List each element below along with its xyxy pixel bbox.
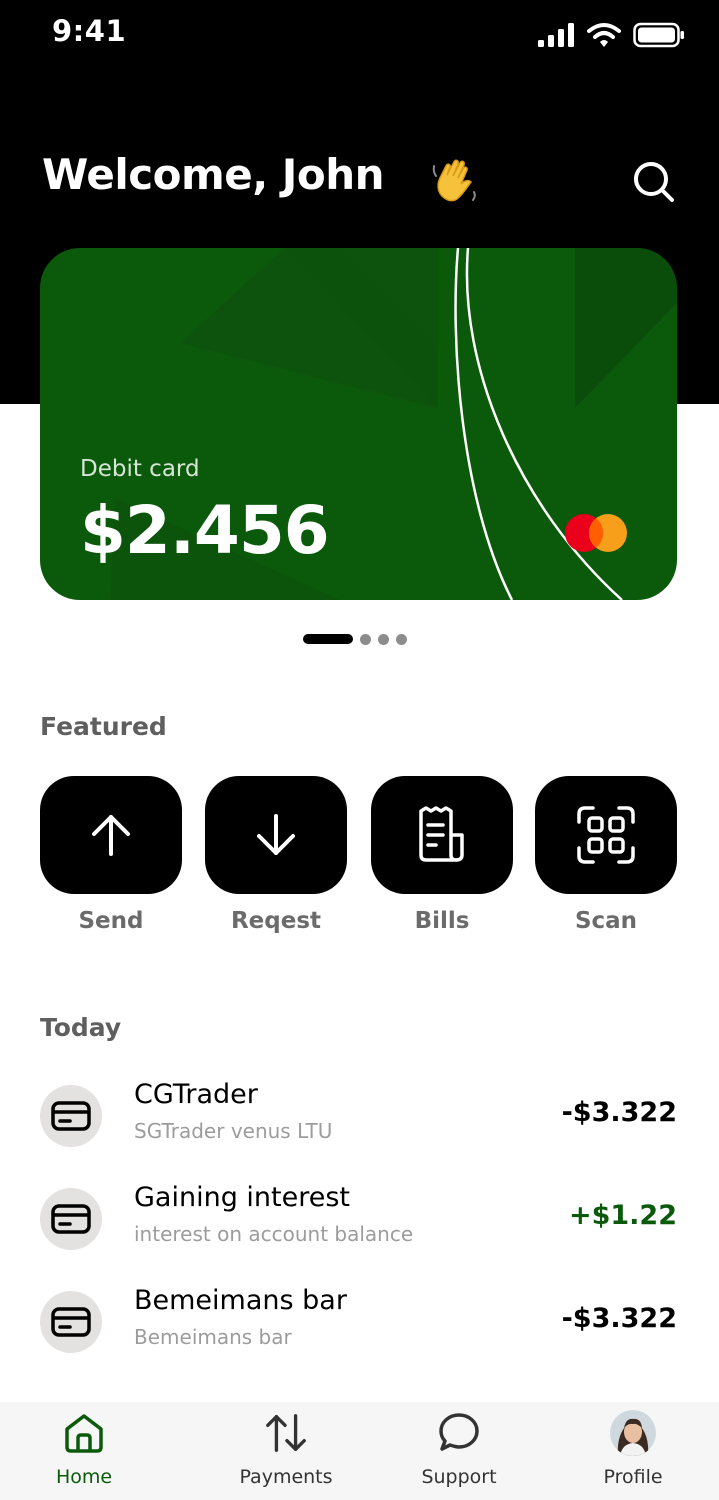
send-label: Send <box>78 908 144 934</box>
pager-dot-active[interactable] <box>303 634 353 644</box>
transaction-amount: -$3.322 <box>561 1303 677 1334</box>
wifi-icon <box>587 23 621 47</box>
nav-support-label: Support <box>421 1466 497 1488</box>
card-type-label: Debit card <box>80 456 200 482</box>
transaction-amount: +$1.22 <box>568 1200 677 1231</box>
home-icon <box>61 1410 107 1456</box>
mastercard-logo <box>565 514 627 552</box>
nav-support[interactable]: Support <box>389 1402 529 1500</box>
arrow-down-icon <box>257 814 295 855</box>
chat-bubble-icon <box>436 1410 482 1456</box>
request-button[interactable] <box>205 776 347 894</box>
card-pager[interactable] <box>303 632 407 646</box>
nav-home-label: Home <box>55 1466 113 1488</box>
transaction-subtitle: interest on account balance <box>134 1222 414 1246</box>
signal-icon <box>538 23 574 47</box>
pager-dot[interactable] <box>378 633 389 645</box>
waving-hand-icon <box>432 159 476 202</box>
request-label: Reqest <box>230 908 322 934</box>
credit-card-icon <box>51 1204 91 1234</box>
nav-profile-label: Profile <box>603 1466 663 1488</box>
avatar <box>610 1410 656 1456</box>
pager-dot[interactable] <box>396 633 407 645</box>
card-icon-badge <box>40 1188 102 1250</box>
transaction-title: Bemeimans bar <box>134 1285 347 1316</box>
nav-home[interactable]: Home <box>14 1402 154 1500</box>
receipt-icon <box>419 806 464 862</box>
bottom-nav: Home Payments Support Profile <box>0 1402 719 1500</box>
nav-payments-label: Payments <box>239 1466 333 1488</box>
scan-label: Scan <box>574 908 638 934</box>
credit-card-icon <box>51 1307 91 1337</box>
debit-card[interactable]: Debit card $2.456 <box>40 248 677 600</box>
welcome-title: Welcome, John <box>42 150 385 199</box>
transaction-amount: -$3.322 <box>561 1097 677 1128</box>
pager-dot[interactable] <box>360 633 371 645</box>
transaction-title: Gaining interest <box>134 1182 350 1213</box>
card-balance: $2.456 <box>80 492 330 569</box>
status-time: 9:41 <box>52 14 127 48</box>
nav-payments[interactable]: Payments <box>216 1402 356 1500</box>
transaction-title: CGTrader <box>134 1079 258 1110</box>
send-button[interactable] <box>40 776 182 894</box>
transaction-row[interactable]: CGTrader SGTrader venus LTU -$3.322 <box>40 1079 677 1155</box>
transaction-row[interactable]: Bemeimans bar Bemeimans bar -$3.322 <box>40 1285 677 1361</box>
transaction-row[interactable]: Gaining interest interest on account bal… <box>40 1182 677 1258</box>
status-bar: 9:41 <box>0 0 719 70</box>
arrows-up-down-icon <box>263 1410 309 1456</box>
card-icon-badge <box>40 1291 102 1353</box>
arrow-up-icon <box>92 815 130 856</box>
search-icon[interactable] <box>630 158 676 204</box>
transaction-subtitle: SGTrader venus LTU <box>134 1119 333 1143</box>
qr-scan-icon <box>577 806 635 864</box>
nav-profile[interactable]: Profile <box>563 1402 703 1500</box>
scan-button[interactable] <box>535 776 677 894</box>
credit-card-icon <box>51 1101 91 1131</box>
transaction-subtitle: Bemeimans bar <box>134 1325 292 1349</box>
battery-icon <box>633 22 684 48</box>
featured-title: Featured <box>40 712 167 741</box>
status-icons <box>537 20 685 50</box>
card-icon-badge <box>40 1085 102 1147</box>
bills-button[interactable] <box>371 776 513 894</box>
today-title: Today <box>40 1013 122 1042</box>
bills-label: Bills <box>414 908 470 934</box>
